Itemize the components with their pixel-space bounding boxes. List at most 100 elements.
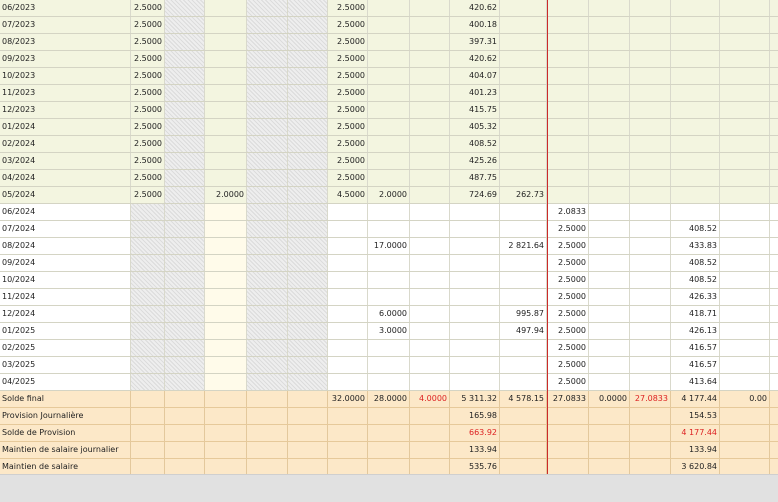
table-row[interactable]: 04/2025 2.5000 413.64	[0, 374, 778, 391]
value-cell	[410, 187, 450, 203]
table-row[interactable]: 03/2024 2.5000 2.5000 425.26	[0, 153, 778, 170]
value-cell	[410, 0, 450, 16]
value-cell: 17.0000	[368, 238, 410, 254]
hatched-cell	[288, 85, 328, 101]
table-row[interactable]: 07/2024 2.5000 408.52	[0, 221, 778, 238]
value-cell	[410, 102, 450, 118]
value-cell	[131, 306, 165, 322]
value-cell	[547, 153, 589, 169]
value-cell	[500, 340, 547, 356]
value-cell	[720, 51, 770, 67]
table-row[interactable]: 09/2023 2.5000 2.5000 420.62	[0, 51, 778, 68]
value-cell	[547, 51, 589, 67]
value-cell	[589, 170, 630, 186]
table-row[interactable]: 11/2024 2.5000 426.33	[0, 289, 778, 306]
summary-value: 663.92	[450, 425, 500, 441]
value-cell	[500, 153, 547, 169]
summary-value	[368, 408, 410, 424]
value-cell: 497.94	[500, 323, 547, 339]
value-cell: 724.69	[450, 187, 500, 203]
value-cell	[450, 340, 500, 356]
hatched-cell	[288, 0, 328, 16]
value-cell	[630, 153, 671, 169]
value-cell	[720, 187, 770, 203]
period-cell: 04/2024	[0, 170, 131, 186]
hatched-cell	[247, 68, 288, 84]
value-cell	[630, 85, 671, 101]
value-cell	[205, 153, 247, 169]
table-row[interactable]: 03/2025 2.5000 416.57	[0, 357, 778, 374]
summary-empty-cell	[165, 459, 205, 475]
value-cell	[630, 357, 671, 373]
summary-empty-cell	[247, 425, 288, 441]
value-cell	[410, 153, 450, 169]
table-row[interactable]: 04/2024 2.5000 2.5000 487.75	[0, 170, 778, 187]
table-row[interactable]: 08/2024 17.0000 2 821.64 2.5000 433.83	[0, 238, 778, 255]
summary-value: 0.0000	[589, 391, 630, 407]
table-row[interactable]: 02/2024 2.5000 2.5000 408.52	[0, 136, 778, 153]
value-cell	[410, 238, 450, 254]
value-cell	[720, 17, 770, 33]
summary-value: 165.98	[450, 408, 500, 424]
value-cell	[671, 119, 720, 135]
hatched-cell	[165, 374, 205, 390]
value-cell	[630, 340, 671, 356]
value-cell: 2.5000	[131, 136, 165, 152]
table-row[interactable]: 10/2024 2.5000 408.52	[0, 272, 778, 289]
summary-value	[500, 442, 547, 458]
table-row[interactable]: 12/2023 2.5000 2.5000 415.75	[0, 102, 778, 119]
hatched-cell	[288, 119, 328, 135]
value-cell	[500, 255, 547, 271]
value-cell: 416.57	[671, 357, 720, 373]
hatched-cell	[165, 153, 205, 169]
value-cell	[205, 272, 247, 288]
value-cell	[630, 272, 671, 288]
table-row[interactable]: 11/2023 2.5000 2.5000 401.23	[0, 85, 778, 102]
period-cell: 06/2024	[0, 204, 131, 220]
value-cell	[368, 85, 410, 101]
value-cell: 413.64	[671, 374, 720, 390]
table-row[interactable]: 09/2024 2.5000 408.52	[0, 255, 778, 272]
value-cell: 2.5000	[131, 68, 165, 84]
value-cell	[368, 119, 410, 135]
table-row[interactable]: 12/2024 6.0000 995.87 2.5000 418.71	[0, 306, 778, 323]
hatched-cell	[165, 306, 205, 322]
summary-value	[720, 442, 770, 458]
value-cell	[671, 34, 720, 50]
grid-body: 06/2023 2.5000 2.5000 420.62 07/2023 2.5000 2.…	[0, 0, 778, 476]
summary-label: Solde final	[0, 391, 131, 407]
table-row[interactable]: 01/2024 2.5000 2.5000 405.32	[0, 119, 778, 136]
table-row[interactable]: 06/2024 2.0833	[0, 204, 778, 221]
value-cell	[720, 306, 770, 322]
table-row[interactable]: 06/2023 2.5000 2.5000 420.62	[0, 0, 778, 17]
value-cell	[671, 187, 720, 203]
value-cell	[131, 204, 165, 220]
value-cell	[410, 272, 450, 288]
value-cell	[205, 306, 247, 322]
table-row[interactable]: 08/2023 2.5000 2.5000 397.31	[0, 34, 778, 51]
horizontal-scrollbar[interactable]	[0, 474, 778, 502]
value-cell	[630, 136, 671, 152]
hatched-cell	[165, 323, 205, 339]
value-cell	[450, 374, 500, 390]
value-cell	[131, 340, 165, 356]
hatched-cell	[247, 102, 288, 118]
value-cell: 2.5000	[547, 323, 589, 339]
value-cell	[630, 323, 671, 339]
table-row[interactable]: 07/2023 2.5000 2.5000 400.18	[0, 17, 778, 34]
table-row[interactable]: 05/2024 2.5000 2.0000 4.5000 2.0000 724.69 262…	[0, 187, 778, 204]
hatched-cell	[165, 85, 205, 101]
period-cell: 06/2023	[0, 0, 131, 16]
value-cell	[589, 306, 630, 322]
value-cell	[410, 374, 450, 390]
table-row[interactable]: 10/2023 2.5000 2.5000 404.07	[0, 68, 778, 85]
value-cell	[589, 357, 630, 373]
summary-label: Maintien de salaire	[0, 459, 131, 475]
summary-value	[131, 442, 165, 458]
table-row[interactable]: 01/2025 3.0000 497.94 2.5000 426.13	[0, 323, 778, 340]
period-cell: 02/2024	[0, 136, 131, 152]
summary-empty-cell	[247, 442, 288, 458]
hatched-cell	[165, 221, 205, 237]
table-row[interactable]: 02/2025 2.5000 416.57	[0, 340, 778, 357]
value-cell	[589, 17, 630, 33]
